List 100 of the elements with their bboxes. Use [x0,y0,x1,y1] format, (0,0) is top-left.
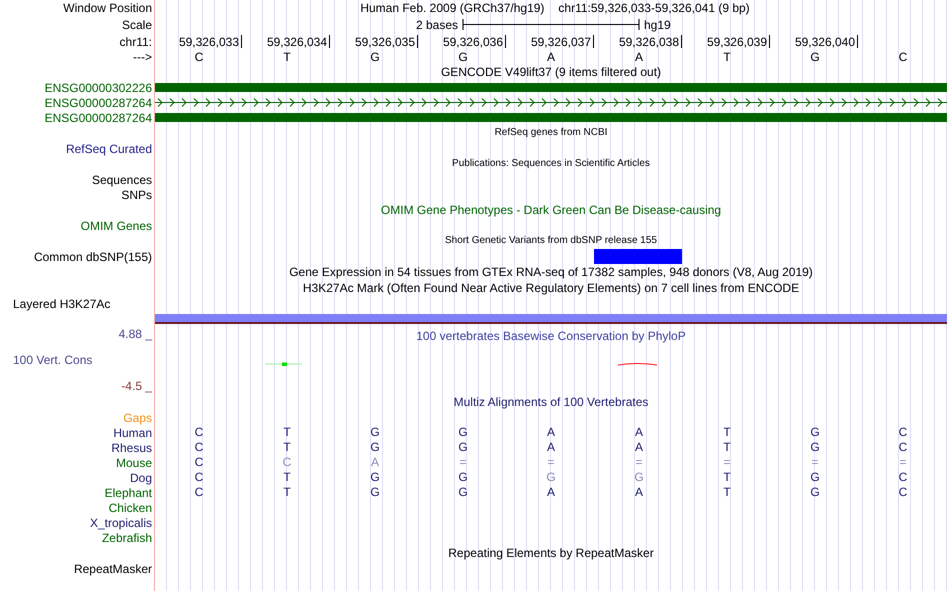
track-label[interactable]: Common dbSNP(155) [34,250,154,264]
track-title: Publications: Sequences in Scientific Articles [452,157,650,171]
track-label[interactable]: X_tropicalis [90,516,154,530]
track-label[interactable]: Chicken [108,500,154,514]
track-label[interactable]: Mouse [116,456,154,470]
aligned-base: G [810,441,820,454]
track-title: RefSeq genes from NCBI [494,126,608,140]
aligned-base: G [458,486,468,499]
aligned-base: T [283,471,291,484]
aligned-base: A [546,441,555,454]
aligned-base: A [634,426,643,439]
coordinate-label: 59,326,033 [178,34,239,48]
aligned-base: C [898,471,908,484]
aligned-base: C [898,486,908,499]
aligned-base: C [898,441,908,454]
gene-bar[interactable] [155,83,947,92]
track-label[interactable]: SNPs [121,188,154,202]
row-label: chr11: [120,34,153,48]
aligned-base: G [810,486,820,499]
track-label[interactable]: ENSG00000287264 [44,96,154,110]
positive-score-mark [264,362,302,366]
aligned-base: T [723,471,731,484]
base-letter: G [810,50,820,64]
tick-mark [241,35,242,48]
track-label[interactable]: OMIM Genes [80,218,154,232]
axis-max-label: 4.88 _ [118,327,154,341]
track-title: Short Genetic Variants from dbSNP release 155 [445,234,657,248]
track-label[interactable]: Layered H3K27Ac [0,296,110,310]
base-letter: C [194,50,204,64]
aligned-base: = [723,456,730,469]
row-label: Window Position [63,1,153,15]
track-title: 100 vertebrates Basewise Conservation by PhyloP [416,329,686,343]
tick-mark [505,35,506,48]
coordinate-label: 59,326,034 [266,34,327,48]
aligned-base: G [370,486,380,499]
row-label: Scale [122,18,153,32]
aligned-base: T [723,441,731,454]
aligned-base: C [898,426,908,439]
snp-block[interactable] [594,249,682,264]
track-label[interactable]: Elephant [104,486,154,500]
aligned-base: = [899,456,906,469]
aligned-base: G [370,471,380,484]
aligned-base: G [634,471,644,484]
track-title: OMIM Gene Phenotypes - Dark Green Can Be Disease-causing [380,203,722,217]
gene-bar[interactable] [155,113,947,122]
aligned-base: G [458,441,468,454]
row-label: ---> [133,50,153,64]
aligned-base: = [811,456,818,469]
assembly-title: Human Feb. 2009 (GRCh37/hg19) [360,1,544,15]
track-label[interactable]: Rhesus [111,440,154,454]
base-letter: G [370,50,380,64]
tick-mark [681,35,682,48]
track-label[interactable]: Zebrafish [102,530,154,544]
track-label[interactable]: RepeatMasker [74,562,154,576]
aligned-base: G [370,441,380,454]
track-title: Repeating Elements by RepeatMasker [448,546,654,560]
aligned-base: A [634,441,643,454]
track-label[interactable]: Dog [130,470,154,484]
aligned-base: = [635,456,642,469]
track-title: GENCODE V49lift37 (9 items filtered out) [440,65,662,79]
aligned-base: T [283,441,291,454]
aligned-base: A [546,426,555,439]
aligned-base: G [458,426,468,439]
aligned-base: C [194,471,204,484]
negative-score-mark [618,363,658,366]
track-label[interactable]: ENSG00000302226 [44,80,154,94]
axis-min-label: -4.5 _ [121,379,154,393]
track-label[interactable]: 100 Vert. Cons [0,353,92,367]
aligned-base: T [723,486,731,499]
track-label[interactable]: ENSG00000287264 [44,110,154,124]
aligned-base: = [547,456,554,469]
base-letter: T [283,50,291,64]
aligned-base: C [194,426,204,439]
base-letter: C [898,50,908,64]
track-label[interactable]: Sequences [92,172,154,186]
aligned-base: G [370,426,380,439]
aligned-base: G [546,471,556,484]
track-label[interactable]: RefSeq Curated [66,142,154,156]
aligned-base: A [634,486,643,499]
track-title: H3K27Ac Mark (Often Found Near Active Regulatory Elements) on 7 cell lines from ENCODE [302,281,800,295]
aligned-base: T [283,426,291,439]
assembly-text: hg19 [644,18,672,32]
track-title: Gene Expression in 54 tissues from GTEx RNA-seq of 17382 samples, 948 donors (V8, Aug 2019) [289,265,813,279]
aligned-base: C [194,456,204,469]
position-text: chr11:59,326,033-59,326,041 (9 bp) [558,1,750,15]
aligned-base: = [459,456,466,469]
aligned-base: A [546,486,555,499]
aligned-base: T [723,426,731,439]
tick-mark [593,35,594,48]
track-label[interactable]: Human [113,426,154,440]
coordinate-label: 59,326,035 [354,34,415,48]
aligned-base: C [282,456,292,469]
aligned-base: G [458,471,468,484]
coordinate-label: 59,326,040 [794,34,855,48]
tick-mark [417,35,418,48]
aligned-base: C [194,441,204,454]
aligned-base: T [283,486,291,499]
coordinate-label: 59,326,039 [706,34,767,48]
base-letter: T [723,50,731,64]
aligned-base: C [194,486,204,499]
